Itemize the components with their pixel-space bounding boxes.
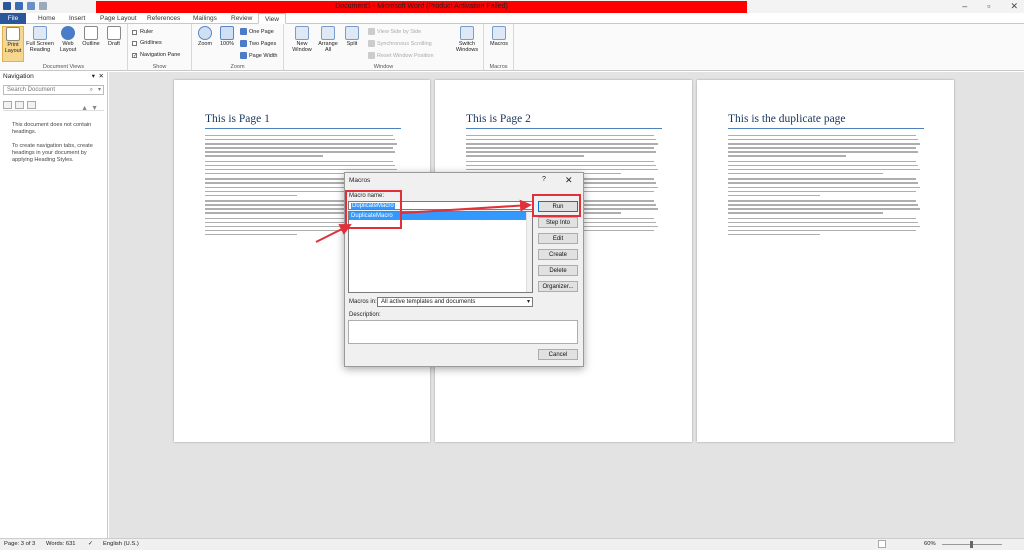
draft-view-icon[interactable] [878, 540, 886, 548]
annotation-arrows [315, 199, 532, 243]
arrow-to-run [401, 199, 532, 214]
proofing-icon[interactable]: ✓ [88, 539, 93, 550]
word-count[interactable]: Words: 631 [46, 539, 76, 550]
status-bar: Page: 3 of 3 Words: 631 ✓ English (U.S.)… [0, 538, 1024, 550]
zoom-slider-thumb[interactable] [970, 541, 973, 548]
zoom-level[interactable]: 60% [924, 539, 936, 550]
arrow-to-macro [315, 224, 352, 243]
language[interactable]: English (U.S.) [103, 539, 139, 550]
page-count[interactable]: Page: 3 of 3 [4, 539, 35, 550]
